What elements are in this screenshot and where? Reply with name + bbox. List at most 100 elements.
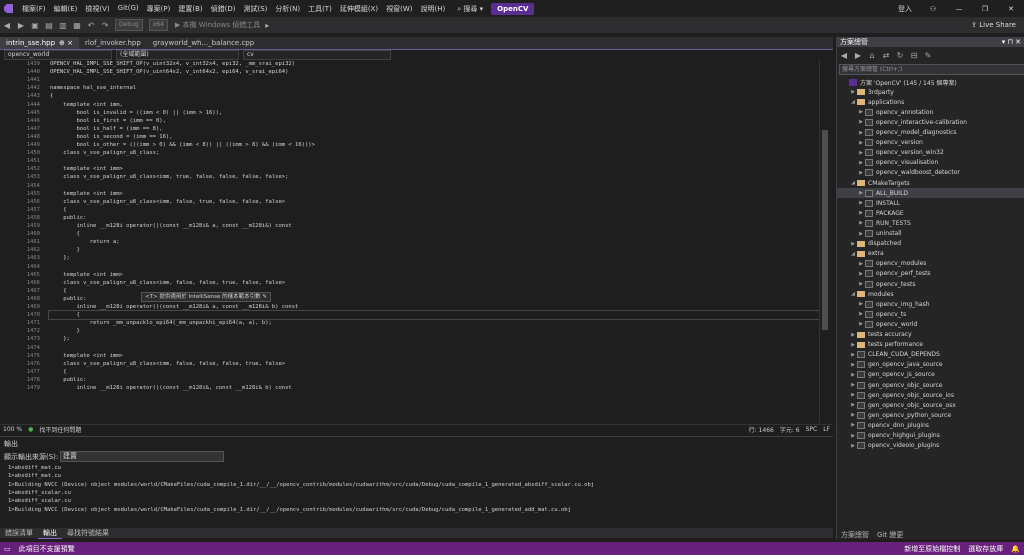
tree-expander-icon[interactable]: ▶ — [857, 190, 865, 196]
code-line[interactable]: } — [50, 327, 79, 335]
code-line[interactable]: namespace hal_sse_internal — [50, 84, 136, 92]
menu-item[interactable]: 分析(N) — [271, 4, 304, 14]
tree-expander-icon[interactable]: ▶ — [857, 301, 865, 307]
tree-item[interactable]: ▶ opencv_modules — [837, 259, 1024, 269]
code-line[interactable]: template <int imm> — [50, 271, 123, 279]
menu-item[interactable]: 專案(P) — [143, 4, 175, 14]
back-icon[interactable]: ◀ — [0, 21, 14, 30]
menu-item[interactable]: 建置(B) — [174, 4, 206, 14]
scope-dropdown[interactable]: (全域範圍) — [116, 50, 239, 60]
tree-item[interactable]: ▶ opencv_videoio_plugins — [837, 441, 1024, 451]
tree-item[interactable]: ▶ opencv_version — [837, 138, 1024, 148]
maximize-icon[interactable]: ❐ — [972, 5, 998, 13]
tree-expander-icon[interactable]: ▶ — [857, 150, 865, 156]
tree-item[interactable]: ▶ opencv_waldboost_detector — [837, 168, 1024, 178]
tree-item[interactable]: 方案 'OpenCV' (145 / 145 個專案) — [837, 77, 1024, 87]
tree-expander-icon[interactable]: ▶ — [857, 220, 865, 226]
tree-item[interactable]: ▶ opencv_tests — [837, 279, 1024, 289]
code-line[interactable]: class v_sse_palignr_u8_class<imm, true, … — [50, 173, 288, 181]
se-back-icon[interactable]: ◀ — [837, 51, 851, 60]
code-line[interactable]: public: — [50, 376, 86, 384]
fold-margin[interactable] — [40, 60, 48, 423]
menu-item[interactable]: 編輯(E) — [50, 4, 82, 14]
undo-icon[interactable]: ↶ — [84, 21, 98, 30]
close-icon[interactable]: ✕ — [998, 5, 1024, 13]
tree-expander-icon[interactable]: ▶ — [857, 210, 865, 216]
tree-expander-icon[interactable]: ▶ — [857, 109, 865, 115]
code-line[interactable]: template <int imm> — [50, 190, 123, 198]
code-line[interactable]: bool is_other = (((imm > 0) && (imm < 8)… — [50, 141, 314, 149]
code-line[interactable]: { — [50, 92, 53, 100]
tree-expander-icon[interactable]: ▶ — [857, 200, 865, 206]
tree-expander-icon[interactable]: ▶ — [849, 89, 857, 95]
configuration-select[interactable]: Debug — [115, 19, 143, 31]
solution-explorer-tab[interactable]: 方案總管 — [837, 530, 873, 540]
toolbar-extra-icon[interactable]: ▸ — [260, 21, 274, 30]
se-collapse-icon[interactable]: ⊟ — [907, 51, 921, 60]
tree-expander-icon[interactable]: ▶ — [849, 422, 857, 428]
live-share-button[interactable]: ⇪ Live Share — [971, 21, 1016, 29]
tree-item[interactable]: ▶ opencv_visualisation — [837, 158, 1024, 168]
forward-icon[interactable]: ▶ — [14, 21, 28, 30]
tree-expander-icon[interactable]: ▶ — [849, 241, 857, 247]
tree-expander-icon[interactable]: ▶ — [857, 170, 865, 176]
code-line[interactable]: template <int imm, — [50, 101, 123, 109]
se-properties-icon[interactable]: ✎ — [921, 51, 935, 60]
tree-expander-icon[interactable]: ▶ — [857, 140, 865, 146]
code-line[interactable]: bool is_second = (imm == 16), — [50, 133, 172, 141]
tree-item[interactable]: ▶ dispatched — [837, 239, 1024, 249]
zoom-level[interactable]: 100 % — [3, 426, 22, 433]
tree-expander-icon[interactable]: ▶ — [849, 433, 857, 439]
tree-item[interactable]: ▶ gen_opencv_objc_source — [837, 380, 1024, 390]
tree-item[interactable]: ▶ ALL_BUILD — [837, 188, 1024, 199]
tree-item[interactable]: ▶ RUN_TESTS — [837, 218, 1024, 228]
profile-icon[interactable]: ⚇ — [920, 5, 946, 13]
code-line[interactable]: class v_sse_palignr_u8_class<imm, false,… — [50, 279, 285, 287]
bottom-tab[interactable]: 輸出 — [38, 528, 62, 539]
member-dropdown[interactable]: cv — [243, 50, 391, 60]
menu-item[interactable]: Git(G) — [114, 4, 143, 14]
tree-item[interactable]: ▶ gen_opencv_js_source — [837, 370, 1024, 380]
document-tab[interactable]: grayworld_wh..._balance.cpp — [147, 37, 260, 49]
column-indicator[interactable]: 字元: 6 — [780, 425, 800, 434]
menu-item[interactable]: 測試(S) — [239, 4, 271, 14]
code-line[interactable]: { — [50, 368, 66, 376]
add-source-control-button[interactable]: 新增至原始檔控制 — [904, 544, 960, 554]
panel-options-icon[interactable]: ▾ ⊓ ✕ — [1002, 38, 1021, 46]
code-line[interactable]: template <int imm> — [50, 165, 123, 173]
bottom-tab[interactable]: 尋找符號結果 — [62, 528, 114, 538]
code-line[interactable]: return _mm_unpacklo_epi64(_mm_unpackhi_e… — [50, 319, 272, 327]
code-line[interactable]: { — [50, 311, 79, 319]
code-line[interactable]: inline __m128i operator()(const __m128i&… — [50, 303, 298, 311]
tree-item[interactable]: ▶ opencv_ts — [837, 309, 1024, 319]
project-dropdown[interactable]: opencv_world — [4, 50, 112, 60]
code-line[interactable]: }; — [50, 335, 70, 343]
code-line[interactable]: bool is_invalid = ((imm < 0) || (imm > 1… — [50, 109, 222, 117]
tree-expander-icon[interactable]: ▶ — [857, 261, 865, 267]
code-line[interactable]: bool is_first = (imm == 0), — [50, 117, 165, 125]
tree-item[interactable]: ◢ extra — [837, 249, 1024, 259]
se-forward-icon[interactable]: ▶ — [851, 51, 865, 60]
tree-item[interactable]: ▶ opencv_img_hash — [837, 299, 1024, 309]
tree-expander-icon[interactable]: ▶ — [857, 321, 865, 327]
tree-expander-icon[interactable]: ▶ — [849, 412, 857, 418]
tree-expander-icon[interactable]: ▶ — [857, 130, 865, 136]
tree-item[interactable]: ▶ opencv_highgui_plugins — [837, 431, 1024, 441]
tree-item[interactable]: ▶ opencv_model_diagnostics — [837, 128, 1024, 138]
code-line[interactable]: return a; — [50, 238, 120, 246]
editor-scroll-thumb[interactable] — [822, 130, 828, 330]
tree-expander-icon[interactable]: ▶ — [857, 281, 865, 287]
menu-item[interactable]: 延伸模組(X) — [336, 4, 382, 14]
tree-item[interactable]: ▶ INSTALL — [837, 198, 1024, 208]
tree-expander-icon[interactable]: ▶ — [857, 271, 865, 277]
tree-expander-icon[interactable]: ▶ — [849, 443, 857, 449]
minimize-icon[interactable]: — — [946, 5, 972, 13]
tree-item[interactable]: ◢ applications — [837, 97, 1024, 107]
code-line[interactable]: class v_sse_palignr_u8_class<imm, false,… — [50, 360, 285, 368]
code-line[interactable]: { — [50, 230, 79, 238]
code-line[interactable]: OPENCV_HAL_IMPL_SSE_SHIFT_OP(v_uint32x4,… — [50, 60, 295, 68]
start-debugging-button[interactable]: ▶ 本機 Windows 偵錯工具 — [175, 20, 260, 30]
menu-item[interactable]: 檔案(F) — [18, 4, 50, 14]
code-line[interactable]: } — [50, 246, 79, 254]
new-file-icon[interactable]: ▣ — [28, 21, 42, 30]
